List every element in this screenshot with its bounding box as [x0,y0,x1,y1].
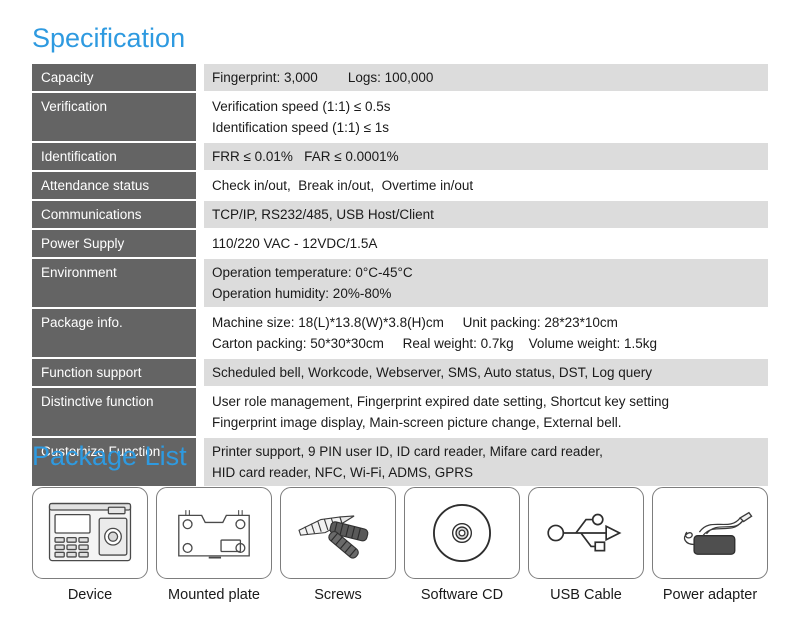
spec-value-line: Operation temperature: 0°C-45°C [212,265,413,280]
specification-table: Capacity Fingerprint: 3,000 Logs: 100,000… [32,64,768,488]
spec-value-line: Verification speed (1:1) ≤ 0.5s [212,99,391,114]
spec-row-gap [196,438,204,486]
spec-value-line: Identification speed (1:1) ≤ 1s [212,120,390,135]
spec-row-value: Printer support, 9 PIN user ID, ID card … [204,438,768,486]
fingerprint-terminal-icon [48,502,132,562]
spec-row-value: User role management, Fingerprint expire… [204,388,768,436]
screws-icon [298,515,369,559]
spec-row-value: Operation temperature: 0°C-45°C Operation… [204,259,768,307]
usb-icon [547,513,622,552]
spec-row-label: Package info. [32,309,196,357]
spec-row: Communications TCP/IP, RS232/485, USB Hos… [32,201,768,228]
spec-row: Distinctive function User role management… [32,388,768,436]
specification-heading: Specification [32,23,186,53]
spec-row-value: TCP/IP, RS232/485, USB Host/Client [204,201,768,228]
spec-row-label: Power Supply [32,230,196,257]
spec-row-gap [196,309,204,357]
spec-row-value: Fingerprint: 3,000 Logs: 100,000 [204,64,768,91]
package-item-box [32,487,148,579]
spec-row-gap [196,201,204,228]
package-item-caption: Power adapter [662,587,758,603]
spec-row-label: Environment [32,259,196,307]
spec-value-line: Carton packing: 50*30*30cm Real weight: … [212,336,658,351]
spec-row: Verification Verification speed (1:1) ≤ 0… [32,93,768,141]
package-item: Screws [280,487,396,604]
package-list-heading: Package List [32,441,187,471]
package-item: Mounted plate [156,487,272,604]
package-item-box [404,487,520,579]
spec-row-value: Machine size: 18(L)*13.8(W)*3.8(H)cm Uni… [204,309,768,357]
spec-value-line: Operation humidity: 20%-80% [212,286,392,301]
spec-value-line: 110/220 VAC - 12VDC/1.5A [212,236,378,251]
mounting-plate-icon [178,510,250,559]
spec-row-label: Distinctive function [32,388,196,436]
spec-row: Identification FRR ≤ 0.01% FAR ≤ 0.0001% [32,143,768,170]
spec-value-line: TCP/IP, RS232/485, USB Host/Client [212,207,434,222]
spec-row-value: Scheduled bell, Workcode, Webserver, SMS… [204,359,768,386]
spec-row: Environment Operation temperature: 0°C-45… [32,259,768,307]
spec-value-line: HID card reader, NFC, Wi-Fi, ADMS, GPRS [212,465,474,480]
spec-row-label: Attendance status [32,172,196,199]
package-item-box [652,487,768,579]
spec-row-gap [196,259,204,307]
spec-value-line: FRR ≤ 0.01% FAR ≤ 0.0001% [212,149,399,164]
package-item-box [156,487,272,579]
package-item: Software CD [404,487,520,604]
spec-value-line: Machine size: 18(L)*13.8(W)*3.8(H)cm Uni… [212,315,618,330]
package-item-caption: Software CD [420,587,504,603]
spec-row: Package info. Machine size: 18(L)*13.8(W)… [32,309,768,357]
spec-row-value: 110/220 VAC - 12VDC/1.5A [204,230,768,257]
power-adapter-icon [683,511,753,555]
spec-row-value: Check in/out, Break in/out, Overtime in/… [204,172,768,199]
spec-value-line: Check in/out, Break in/out, Overtime in/… [212,178,474,193]
package-item: USB Cable [528,487,644,604]
spec-row-label: Capacity [32,64,196,91]
package-item-box [528,487,644,579]
spec-row: Capacity Fingerprint: 3,000 Logs: 100,000 [32,64,768,91]
spec-row-gap [196,172,204,199]
spec-row-label: Communications [32,201,196,228]
package-item-caption: Device [67,587,113,603]
spec-value-line: User role management, Fingerprint expire… [212,394,669,409]
package-item: Device [32,487,148,604]
spec-row: Attendance status Check in/out, Break in/… [32,172,768,199]
spec-row-gap [196,388,204,436]
package-item: Power adapter [652,487,768,604]
spec-value-line: Fingerprint: 3,000 Logs: 100,000 [212,70,434,85]
package-item-caption: Screws [314,587,362,603]
spec-row-label: Verification [32,93,196,141]
spec-row-gap [196,230,204,257]
spec-row-value: FRR ≤ 0.01% FAR ≤ 0.0001% [204,143,768,170]
package-item-caption: Mounted plate [168,587,260,603]
package-list-strip: Device Mounted plate Screws Software CD … [32,487,768,604]
spec-row-label: Function support [32,359,196,386]
package-item-box [280,487,396,579]
spec-row-gap [196,143,204,170]
spec-row-gap [196,359,204,386]
spec-value-line: Scheduled bell, Workcode, Webserver, SMS… [212,365,652,380]
spec-row-gap [196,64,204,91]
cd-disc-icon [433,504,491,562]
package-item-caption: USB Cable [550,587,622,603]
spec-row-value: Verification speed (1:1) ≤ 0.5s Identific… [204,93,768,141]
spec-row-gap [196,93,204,141]
spec-row: Power Supply 110/220 VAC - 12VDC/1.5A [32,230,768,257]
spec-value-line: Fingerprint image display, Main-screen p… [212,415,622,430]
spec-value-line: Printer support, 9 PIN user ID, ID card … [212,444,603,459]
spec-row-label: Identification [32,143,196,170]
spec-row: Function support Scheduled bell, Workcode… [32,359,768,386]
